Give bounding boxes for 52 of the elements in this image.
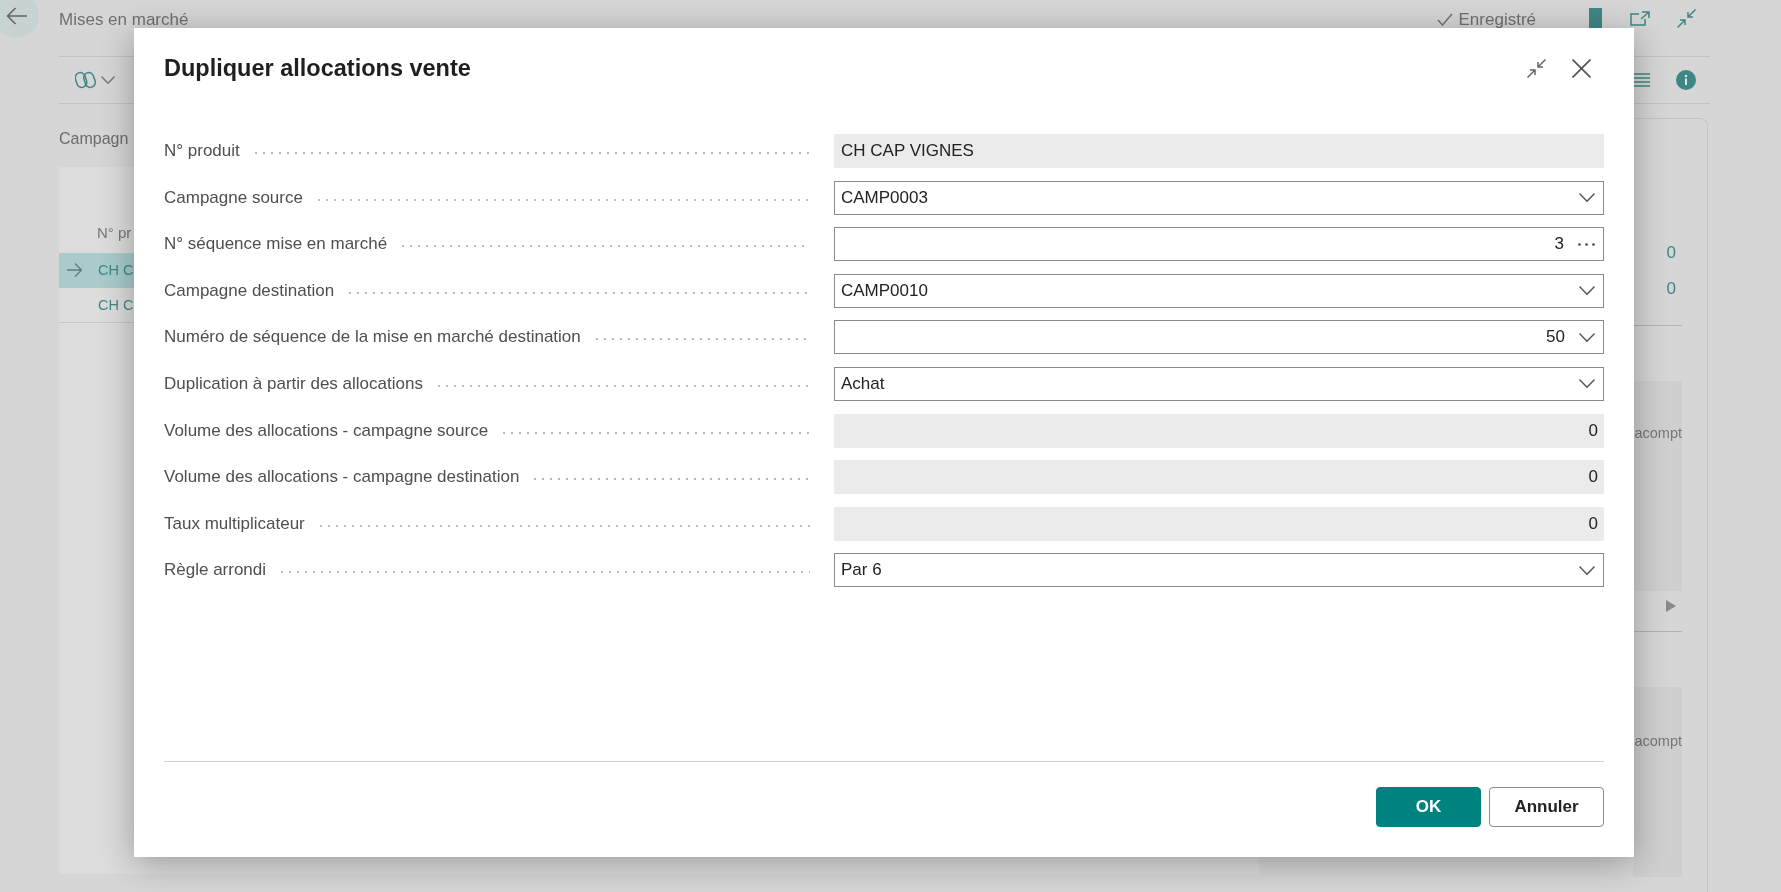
summary-value: 0 <box>1666 278 1676 300</box>
field-label: Règle arrondi <box>164 560 267 581</box>
close-icon[interactable] <box>1572 58 1591 78</box>
saved-status: Enregistré <box>1458 11 1536 28</box>
chevron-down-icon[interactable] <box>1579 565 1595 575</box>
chevron-down-icon[interactable] <box>1579 193 1595 203</box>
field-label: Taux multiplicateur <box>164 513 305 534</box>
collapse-icon[interactable] <box>1677 9 1696 28</box>
chevron-down-icon[interactable] <box>1579 379 1595 389</box>
tile-caption: acompt <box>1634 732 1682 751</box>
readonly-field: 0 <box>834 460 1604 495</box>
back-button[interactable] <box>0 0 39 38</box>
readonly-field: 0 <box>834 413 1604 448</box>
list-icon[interactable] <box>1633 73 1650 87</box>
field-label: Duplication à partir des allocations <box>164 373 423 394</box>
dropdown-field[interactable]: CAMP0003 <box>834 180 1604 215</box>
arrow-left-icon <box>6 7 28 25</box>
field-label: Campagne source <box>164 187 303 208</box>
check-icon <box>1436 13 1453 26</box>
tile-caption: acompt <box>1634 424 1682 443</box>
chevron-down-icon[interactable] <box>1579 286 1595 296</box>
table-cell: CH C <box>98 296 134 314</box>
arrow-right-icon <box>67 263 82 277</box>
pop-out-icon[interactable] <box>1630 11 1650 26</box>
collapse-icon[interactable] <box>1527 58 1546 78</box>
dropdown-field[interactable]: Par 6 <box>834 553 1604 588</box>
field-label: Numéro de séquence de la mise en marché destination <box>164 327 581 348</box>
chevron-down-icon[interactable] <box>1579 332 1595 342</box>
field-label: N° produit <box>164 141 240 161</box>
column-header: N° pr <box>97 223 132 243</box>
dropdown-field[interactable]: 50 <box>834 320 1604 355</box>
play-icon[interactable] <box>1666 600 1676 612</box>
info-icon[interactable] <box>1676 70 1696 90</box>
dropdown-field[interactable]: CAMP0010 <box>834 273 1604 308</box>
lookup-field[interactable]: 3 <box>834 227 1604 262</box>
field-label: Volume des allocations - campagne source <box>164 420 489 441</box>
field-label: Campagne destination <box>164 280 335 301</box>
dialog-title: Dupliquer allocations vente <box>164 54 471 83</box>
readonly-field: 0 <box>834 506 1604 541</box>
ellipsis-icon[interactable] <box>1578 242 1595 246</box>
section-title: Campagn <box>59 129 129 149</box>
field-label: N° séquence mise en marché <box>164 234 388 255</box>
dropdown-field[interactable]: Achat <box>834 366 1604 401</box>
chevron-down-icon[interactable] <box>101 76 115 84</box>
field-label: Volume des allocations - campagne destination <box>164 467 520 488</box>
overlapping-shapes-icon[interactable] <box>75 70 96 90</box>
cancel-button[interactable]: Annuler <box>1489 787 1604 827</box>
table-cell: CH C <box>98 261 134 279</box>
page-title: Mises en marché <box>59 11 189 28</box>
ok-button[interactable]: OK <box>1376 787 1481 827</box>
summary-value: 0 <box>1666 242 1676 264</box>
readonly-field: CH CAP VIGNES <box>834 134 1604 168</box>
